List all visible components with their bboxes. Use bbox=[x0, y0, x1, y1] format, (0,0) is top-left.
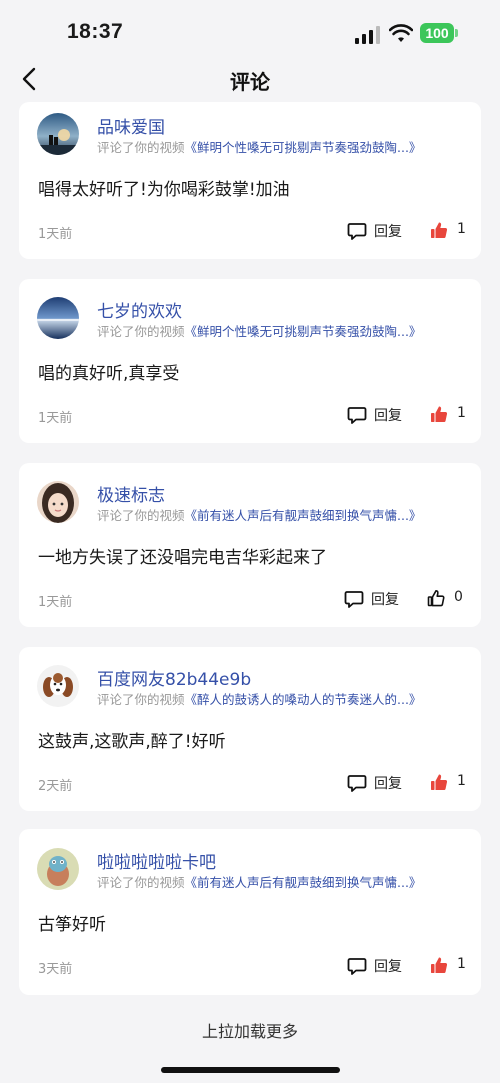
avatar[interactable] bbox=[37, 481, 79, 523]
like-count: 1 bbox=[457, 221, 466, 237]
battery-tip bbox=[455, 29, 458, 37]
thumbs-up-outline-icon bbox=[427, 590, 445, 607]
reply-button[interactable]: 回复 bbox=[347, 954, 407, 978]
thumbs-up-filled-icon bbox=[431, 222, 448, 239]
comment-card[interactable]: 百度网友82b44e9b 评论了你的视频《醉人的鼓诱人的嗓动人的节奏迷人的...… bbox=[19, 647, 481, 811]
reply-button[interactable]: 回复 bbox=[347, 403, 407, 427]
avatar-dog-image bbox=[37, 665, 79, 707]
avatar[interactable] bbox=[37, 297, 79, 339]
comment-time: 3天前 bbox=[38, 962, 73, 977]
battery-indicator: 100 bbox=[420, 23, 454, 43]
reply-bubble-icon bbox=[347, 958, 367, 975]
comment-time: 1天前 bbox=[38, 411, 73, 426]
reply-bubble-icon bbox=[347, 407, 367, 424]
avatar-sunset-couple-image bbox=[37, 113, 79, 155]
video-reference: 评论了你的视频《鲜明个性嗓无可挑剔声节奏强劲鼓陶...》 bbox=[97, 321, 421, 340]
like-count: 1 bbox=[457, 405, 466, 421]
video-title-link[interactable]: 《醉人的鼓诱人的嗓动人的节奏迷人的...》 bbox=[185, 692, 422, 707]
video-reference-prefix: 评论了你的视频 bbox=[97, 875, 185, 890]
like-button[interactable]: 1 bbox=[430, 403, 470, 427]
reply-bubble-icon bbox=[344, 591, 364, 608]
video-title-link[interactable]: 《前有迷人声后有靓声鼓细到换气声慵...》 bbox=[185, 508, 422, 523]
thumbs-up-filled-icon bbox=[431, 406, 448, 423]
reply-label: 回复 bbox=[374, 776, 402, 792]
avatar-cartoon-image bbox=[37, 848, 79, 890]
comment-text: 唱得太好听了!为你喝彩鼓掌!加油 bbox=[38, 180, 290, 200]
avatar-lake-image bbox=[37, 297, 79, 339]
reply-label: 回复 bbox=[374, 959, 402, 975]
like-count: 1 bbox=[457, 773, 466, 789]
comment-username[interactable]: 啦啦啦啦啦卡吧 bbox=[97, 848, 216, 873]
nav-bar: 评论 bbox=[0, 58, 500, 100]
like-button[interactable]: 1 bbox=[430, 219, 470, 243]
thumbs-up-filled-icon bbox=[431, 774, 448, 791]
avatar[interactable] bbox=[37, 113, 79, 155]
reply-label: 回复 bbox=[374, 408, 402, 424]
reply-button[interactable]: 回复 bbox=[344, 587, 404, 611]
video-reference-prefix: 评论了你的视频 bbox=[97, 508, 185, 523]
video-reference-prefix: 评论了你的视频 bbox=[97, 140, 185, 155]
load-more-hint[interactable]: 上拉加载更多 bbox=[0, 1018, 500, 1042]
avatar[interactable] bbox=[37, 665, 79, 707]
reply-bubble-icon bbox=[347, 223, 367, 240]
video-reference: 评论了你的视频《醉人的鼓诱人的嗓动人的节奏迷人的...》 bbox=[97, 689, 421, 708]
comment-text: 这鼓声,这歌声,醉了!好听 bbox=[38, 732, 226, 752]
comment-time: 2天前 bbox=[38, 779, 73, 794]
comment-username[interactable]: 七岁的欢欢 bbox=[97, 297, 182, 322]
comment-username[interactable]: 品味爱国 bbox=[97, 113, 165, 138]
status-bar: 18:37 100 bbox=[0, 0, 500, 60]
home-indicator[interactable] bbox=[161, 1067, 340, 1073]
cellular-signal-icon bbox=[355, 26, 380, 44]
comment-card[interactable]: 极速标志 评论了你的视频《前有迷人声后有靓声鼓细到换气声慵...》 一地方失误了… bbox=[19, 463, 481, 627]
video-reference: 评论了你的视频《鲜明个性嗓无可挑剔声节奏强劲鼓陶...》 bbox=[97, 137, 421, 156]
reply-bubble-icon bbox=[347, 775, 367, 792]
comment-card[interactable]: 七岁的欢欢 评论了你的视频《鲜明个性嗓无可挑剔声节奏强劲鼓陶...》 唱的真好听… bbox=[19, 279, 481, 443]
like-button[interactable]: 1 bbox=[430, 954, 470, 978]
comment-text: 一地方失误了还没唱完电吉华彩起来了 bbox=[38, 548, 327, 568]
video-title-link[interactable]: 《前有迷人声后有靓声鼓细到换气声慵...》 bbox=[185, 875, 422, 890]
reply-button[interactable]: 回复 bbox=[347, 219, 407, 243]
reply-label: 回复 bbox=[371, 592, 399, 608]
comment-card[interactable]: 啦啦啦啦啦卡吧 评论了你的视频《前有迷人声后有靓声鼓细到换气声慵...》 古筝好… bbox=[19, 829, 481, 995]
like-count: 1 bbox=[457, 956, 466, 972]
video-reference-prefix: 评论了你的视频 bbox=[97, 692, 185, 707]
video-reference: 评论了你的视频《前有迷人声后有靓声鼓细到换气声慵...》 bbox=[97, 505, 421, 524]
reply-label: 回复 bbox=[374, 224, 402, 240]
wifi-icon bbox=[389, 24, 413, 42]
avatar-girl-image bbox=[37, 481, 79, 523]
page-title: 评论 bbox=[230, 70, 270, 94]
thumbs-up-filled-icon bbox=[431, 957, 448, 974]
status-time: 18:37 bbox=[67, 20, 124, 43]
video-reference: 评论了你的视频《前有迷人声后有靓声鼓细到换气声慵...》 bbox=[97, 872, 421, 891]
avatar[interactable] bbox=[37, 848, 79, 890]
like-count: 0 bbox=[454, 589, 463, 605]
comment-card[interactable]: 品味爱国 评论了你的视频《鲜明个性嗓无可挑剔声节奏强劲鼓陶...》 唱得太好听了… bbox=[19, 102, 481, 259]
comment-time: 1天前 bbox=[38, 227, 73, 242]
like-button[interactable]: 0 bbox=[427, 587, 471, 611]
video-title-link[interactable]: 《鲜明个性嗓无可挑剔声节奏强劲鼓陶...》 bbox=[185, 324, 422, 339]
comment-text: 古筝好听 bbox=[38, 915, 106, 935]
video-reference-prefix: 评论了你的视频 bbox=[97, 324, 185, 339]
reply-button[interactable]: 回复 bbox=[347, 771, 407, 795]
comment-username[interactable]: 百度网友82b44e9b bbox=[97, 665, 251, 690]
video-title-link[interactable]: 《鲜明个性嗓无可挑剔声节奏强劲鼓陶...》 bbox=[185, 140, 422, 155]
comment-time: 1天前 bbox=[38, 595, 73, 610]
comment-text: 唱的真好听,真享受 bbox=[38, 364, 180, 384]
comment-username[interactable]: 极速标志 bbox=[97, 481, 165, 506]
like-button[interactable]: 1 bbox=[430, 771, 470, 795]
